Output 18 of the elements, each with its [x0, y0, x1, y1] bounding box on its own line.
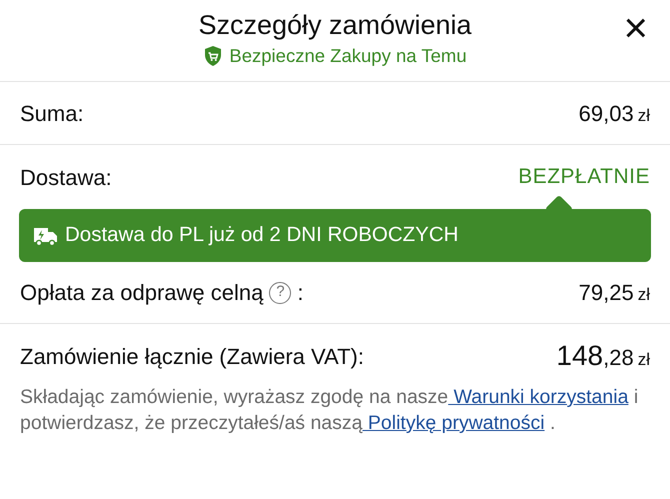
- row-label: Dostawa:: [20, 164, 112, 192]
- free-shipping-text: BEZPŁATNIE: [518, 164, 650, 190]
- row-label: Opłata za odprawę celną: [20, 279, 264, 307]
- amount-text: 79,25 zł: [578, 279, 650, 307]
- help-icon[interactable]: ?: [269, 282, 292, 304]
- row-label: Suma:: [20, 100, 84, 128]
- total-label: Zamówienie łącznie (Zawiera VAT):: [20, 342, 364, 371]
- dialog-title: Szczegóły zamówienia: [198, 9, 472, 42]
- total-amount: 148,28 zł: [556, 339, 650, 373]
- terms-link[interactable]: Warunki korzystania: [448, 386, 628, 408]
- colon-text: :: [297, 279, 304, 307]
- banner-text: Dostawa do PL już od 2 DNI ROBOCZYCH: [65, 222, 458, 248]
- terms-link[interactable]: Politykę prywatności: [362, 412, 545, 434]
- terms-text: Składając zamówienie, wyrażasz zgodę na nasze Warunki korzystania i potwierdzasz, że przeczytałeś/aś naszą Politykę prywatności .: [19, 385, 640, 436]
- shield-cart-icon: [203, 44, 224, 67]
- amount-text: 69,03 zł: [578, 100, 650, 128]
- close-button[interactable]: ×: [623, 10, 648, 46]
- secure-shopping-text: Bezpieczne Zakupy na Temu: [229, 44, 467, 68]
